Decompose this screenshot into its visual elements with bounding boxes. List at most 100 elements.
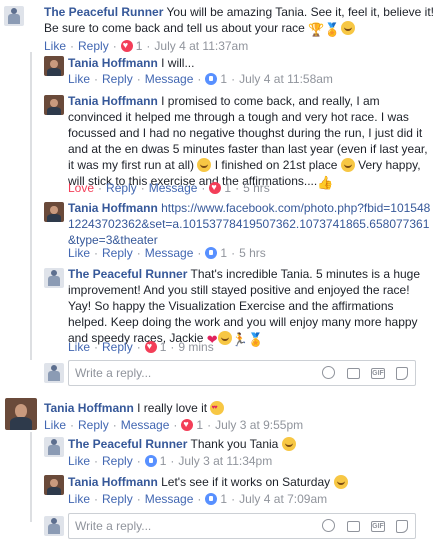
comment-time[interactable]: July 4 at 11:58am	[239, 72, 333, 86]
comment-time[interactable]: 5 hrs	[243, 181, 270, 195]
reaction-count[interactable]: 1	[160, 454, 167, 468]
like-button[interactable]: Like	[44, 39, 66, 53]
love-button[interactable]: Love	[68, 181, 94, 195]
comment-author[interactable]: Tania Hoffmann	[44, 401, 134, 415]
like-reaction-icon[interactable]	[144, 455, 157, 467]
camera-icon[interactable]	[347, 368, 360, 379]
like-button[interactable]: Like	[68, 454, 90, 468]
love-reaction-icon[interactable]	[181, 417, 194, 431]
avatar[interactable]	[44, 56, 64, 76]
avatar[interactable]	[5, 398, 37, 430]
medal-icon: 🏅	[247, 332, 265, 347]
comment-time[interactable]: July 4 at 11:37am	[154, 39, 248, 53]
comment-text: I really love it	[133, 401, 211, 415]
camera-icon[interactable]	[347, 521, 360, 532]
comment-time[interactable]: July 4 at 7:09am	[239, 492, 327, 506]
reply-button[interactable]: Reply	[106, 181, 137, 195]
comment-body: Tania Hoffmann I will...	[68, 55, 434, 71]
comment-body: Tania Hoffmann I promised to come back, …	[68, 93, 436, 190]
comment-time[interactable]: 5 hrs	[239, 246, 266, 260]
heart-eyes-icon	[210, 400, 225, 416]
comment-meta: Like · Reply · Message · 1 · July 4 at 7:09am	[68, 492, 328, 506]
love-reaction-icon[interactable]	[209, 180, 222, 194]
like-reaction-icon[interactable]	[205, 247, 218, 259]
smile-icon	[340, 21, 355, 35]
thread-divider	[30, 52, 32, 360]
reaction-count[interactable]: 1	[160, 340, 167, 354]
message-button[interactable]: Message	[145, 492, 194, 506]
comment-body: Tania Hoffmann I really love it	[44, 400, 434, 416]
message-button[interactable]: Message	[145, 72, 194, 86]
reply-button[interactable]: Reply	[78, 418, 109, 432]
smile-icon	[217, 331, 232, 345]
reply-button[interactable]: Reply	[102, 246, 133, 260]
avatar[interactable]	[44, 268, 64, 288]
comment-author[interactable]: The Peaceful Runner	[44, 5, 163, 19]
reaction-count[interactable]: 1	[220, 492, 227, 506]
avatar[interactable]	[44, 475, 64, 495]
gif-icon[interactable]: GIF	[371, 368, 385, 379]
comment-author[interactable]: Tania Hoffmann	[68, 201, 158, 215]
comment-meta: Like · Reply · 1 · July 3 at 11:34pm	[68, 454, 273, 468]
medal-icon: 🏅	[324, 22, 341, 37]
comment-body: The Peaceful Runner You will be amazing …	[44, 4, 434, 37]
thread-divider	[30, 432, 32, 522]
thumbs-up-icon: 👍	[317, 175, 334, 190]
comment-meta: Like·Reply·Message·1·July 3 at 9:55pm	[44, 417, 303, 433]
comment-text: Thank you Tania	[187, 437, 282, 451]
comment-body: Tania Hoffmann Let's see if it works on …	[68, 474, 434, 490]
comment-author[interactable]: The Peaceful Runner	[68, 437, 187, 451]
reply-input[interactable]	[75, 518, 305, 534]
smile-icon	[340, 158, 355, 172]
reply-button[interactable]: Reply	[102, 454, 133, 468]
reply-button[interactable]: Reply	[78, 39, 109, 53]
reply-button[interactable]: Reply	[102, 492, 133, 506]
like-button[interactable]: Like	[68, 72, 90, 86]
message-button[interactable]: Message	[121, 418, 170, 432]
avatar[interactable]	[44, 95, 64, 115]
reaction-count[interactable]: 1	[224, 181, 231, 195]
avatar[interactable]	[4, 6, 24, 26]
comment-author[interactable]: Tania Hoffmann	[68, 94, 158, 108]
like-button[interactable]: Like	[68, 246, 90, 260]
comment-body: The Peaceful Runner Thank you Tania	[68, 436, 434, 452]
like-reaction-icon[interactable]	[205, 73, 218, 85]
runner-icon: 🏃	[231, 332, 248, 347]
like-reaction-icon[interactable]	[205, 493, 218, 505]
like-button[interactable]: Like	[68, 492, 90, 506]
comment-author[interactable]: The Peaceful Runner	[68, 267, 187, 281]
comment-author[interactable]: Tania Hoffmann	[68, 475, 158, 489]
reply-button[interactable]: Reply	[102, 72, 133, 86]
reaction-count[interactable]: 1	[196, 418, 203, 432]
comment-author[interactable]: Tania Hoffmann	[68, 56, 158, 70]
message-button[interactable]: Message	[149, 181, 198, 195]
comment-body: The Peaceful Runner That's incredible Ta…	[68, 266, 434, 347]
avatar[interactable]	[44, 202, 64, 222]
comment-text: I finished on 21st place	[211, 158, 341, 172]
reaction-count[interactable]: 1	[220, 246, 227, 260]
comment-meta: Love·Reply·Message·1·5 hrs	[68, 180, 270, 196]
avatar[interactable]	[44, 437, 64, 457]
emoji-icon[interactable]	[322, 519, 335, 532]
like-button[interactable]: Like	[44, 418, 66, 432]
comment-time[interactable]: July 3 at 11:34pm	[178, 454, 272, 468]
comment-body: Tania Hoffmann https://www.facebook.com/…	[68, 200, 436, 248]
like-button[interactable]: Like	[68, 340, 90, 354]
comment-time[interactable]: July 3 at 9:55pm	[215, 418, 303, 432]
comment-meta: Like · Reply · Message · 1 · July 4 at 11:58am	[68, 72, 333, 86]
reaction-count[interactable]: 1	[136, 39, 143, 53]
reply-button[interactable]: Reply	[102, 340, 133, 354]
comment-meta: Like·Reply·1·July 4 at 11:37am	[44, 38, 248, 54]
comment-meta: Like · Reply · Message · 1 · 5 hrs	[68, 246, 266, 260]
reply-box: GIF	[68, 513, 416, 539]
gif-icon[interactable]: GIF	[371, 521, 385, 532]
comment-time[interactable]: 9 mins	[178, 340, 213, 354]
love-reaction-icon[interactable]	[120, 38, 133, 52]
comment-text: Let's see if it works on Saturday	[157, 475, 334, 489]
emoji-icon[interactable]	[322, 366, 335, 379]
sticker-icon[interactable]	[396, 367, 408, 380]
love-reaction-icon[interactable]	[144, 339, 157, 353]
reply-input[interactable]	[75, 365, 305, 381]
reaction-count[interactable]: 1	[220, 72, 227, 86]
message-button[interactable]: Message	[145, 246, 194, 260]
